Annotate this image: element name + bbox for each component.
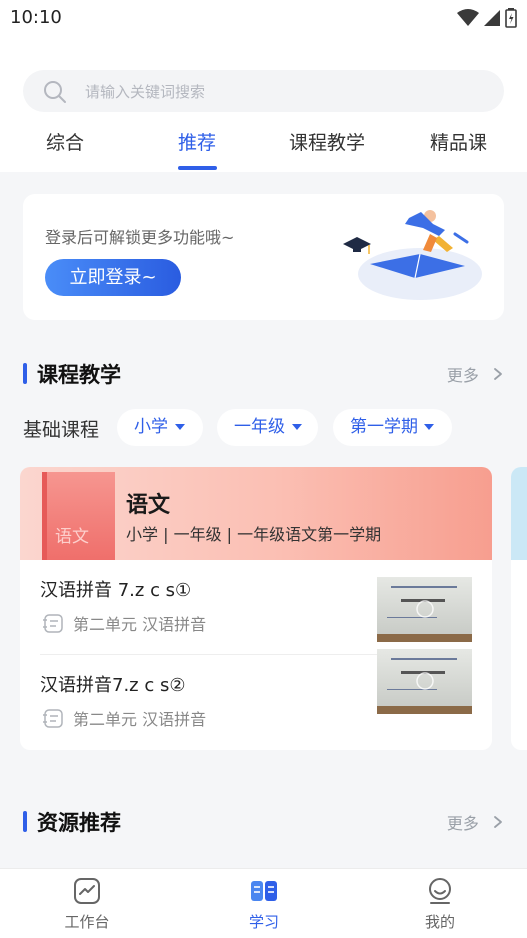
lesson-title: 汉语拼音 7.z c s①	[40, 580, 192, 601]
status-bar: 10:10	[0, 0, 527, 36]
more-label: 更多	[446, 814, 479, 833]
nav-profile[interactable]: 我的	[390, 869, 490, 938]
profile-icon	[429, 878, 451, 904]
document-icon	[43, 709, 63, 728]
chevron-right-icon	[494, 816, 502, 828]
nav-study-label: 学习	[248, 913, 279, 931]
next-course-card-peek[interactable]	[511, 467, 527, 750]
play-icon	[416, 672, 434, 690]
bottom-navigation: 工作台 学习 我的	[0, 868, 527, 938]
lesson-unit: 第二单元 汉语拼音	[73, 710, 207, 729]
tab-active-indicator	[178, 166, 217, 170]
lesson-title: 汉语拼音7.z c s②	[40, 675, 186, 696]
status-icons	[457, 8, 517, 28]
course-book-cover: 语文	[42, 472, 115, 560]
tab-premium-course[interactable]: 精品课	[430, 128, 487, 155]
status-time: 10:10	[10, 7, 62, 28]
tab-comprehensive[interactable]: 综合	[46, 128, 84, 155]
tab-recommended[interactable]: 推荐	[178, 128, 216, 155]
filter-grade-value: 一年级	[234, 417, 285, 437]
filter-label: 基础课程	[23, 419, 100, 441]
nav-workbench[interactable]: 工作台	[37, 869, 137, 938]
course-subtitle: 小学 | 一年级 | 一年级语文第一学期	[126, 525, 382, 544]
chevron-right-icon	[494, 368, 502, 380]
course-more-link[interactable]: 更多	[447, 362, 504, 386]
student-illustration	[343, 210, 482, 300]
caret-down-icon	[292, 424, 302, 430]
lesson-item[interactable]: 汉语拼音 7.z c s① 第二单元 汉语拼音	[20, 560, 492, 655]
course-card-header: 语文 语文 小学 | 一年级 | 一年级语文第一学期	[20, 467, 492, 560]
search-input[interactable]: 请输入关键词搜索	[85, 81, 205, 102]
resource-section-header: 资源推荐 更多	[23, 808, 504, 838]
filter-level-dropdown[interactable]: 小学	[117, 409, 203, 446]
document-icon	[43, 614, 63, 633]
course-section-header: 课程教学 更多	[23, 360, 504, 390]
battery-icon	[505, 8, 517, 28]
course-title: 语文	[126, 493, 171, 518]
caret-down-icon	[424, 424, 434, 430]
login-promo-text: 登录后可解锁更多功能哦~	[45, 228, 235, 247]
filter-level-value: 小学	[134, 417, 168, 437]
nav-study[interactable]: 学习	[214, 869, 314, 938]
lesson-thumbnail	[377, 577, 472, 642]
lesson-thumbnail	[377, 649, 472, 714]
nav-workbench-label: 工作台	[64, 913, 110, 931]
more-label: 更多	[446, 366, 479, 385]
section-accent-bar	[23, 363, 27, 384]
filter-semester-dropdown[interactable]: 第一学期	[333, 409, 452, 446]
course-section-title: 课程教学	[37, 363, 121, 387]
workbench-icon	[74, 878, 100, 904]
resource-section-title: 资源推荐	[37, 811, 121, 835]
search-bar[interactable]: 请输入关键词搜索	[23, 70, 504, 112]
tab-course-teaching[interactable]: 课程教学	[289, 128, 365, 155]
lesson-item[interactable]: 汉语拼音7.z c s② 第二单元 汉语拼音	[20, 649, 492, 750]
tab-bar: 综合 推荐 课程教学 精品课	[0, 128, 527, 172]
nav-profile-label: 我的	[424, 913, 455, 931]
play-icon	[416, 600, 434, 618]
course-card[interactable]: 语文 语文 小学 | 一年级 | 一年级语文第一学期 汉语拼音 7.z c s①…	[20, 467, 492, 750]
book-cover-text: 语文	[55, 527, 89, 547]
filter-semester-value: 第一学期	[350, 417, 418, 437]
login-button[interactable]: 立即登录~	[45, 259, 181, 296]
search-icon	[44, 81, 66, 103]
lesson-unit: 第二单元 汉语拼音	[73, 615, 207, 634]
signal-icon	[484, 10, 500, 26]
login-promo-card: 登录后可解锁更多功能哦~ 立即登录~	[23, 194, 504, 320]
wifi-icon	[457, 9, 479, 26]
top-header: 10:10 请输入关键词搜索 综合 推荐 课程教学 精品课	[0, 0, 527, 172]
section-accent-bar	[23, 811, 27, 832]
book-icon	[251, 881, 277, 901]
filter-grade-dropdown[interactable]: 一年级	[217, 409, 318, 446]
caret-down-icon	[175, 424, 185, 430]
resource-more-link[interactable]: 更多	[447, 810, 504, 834]
